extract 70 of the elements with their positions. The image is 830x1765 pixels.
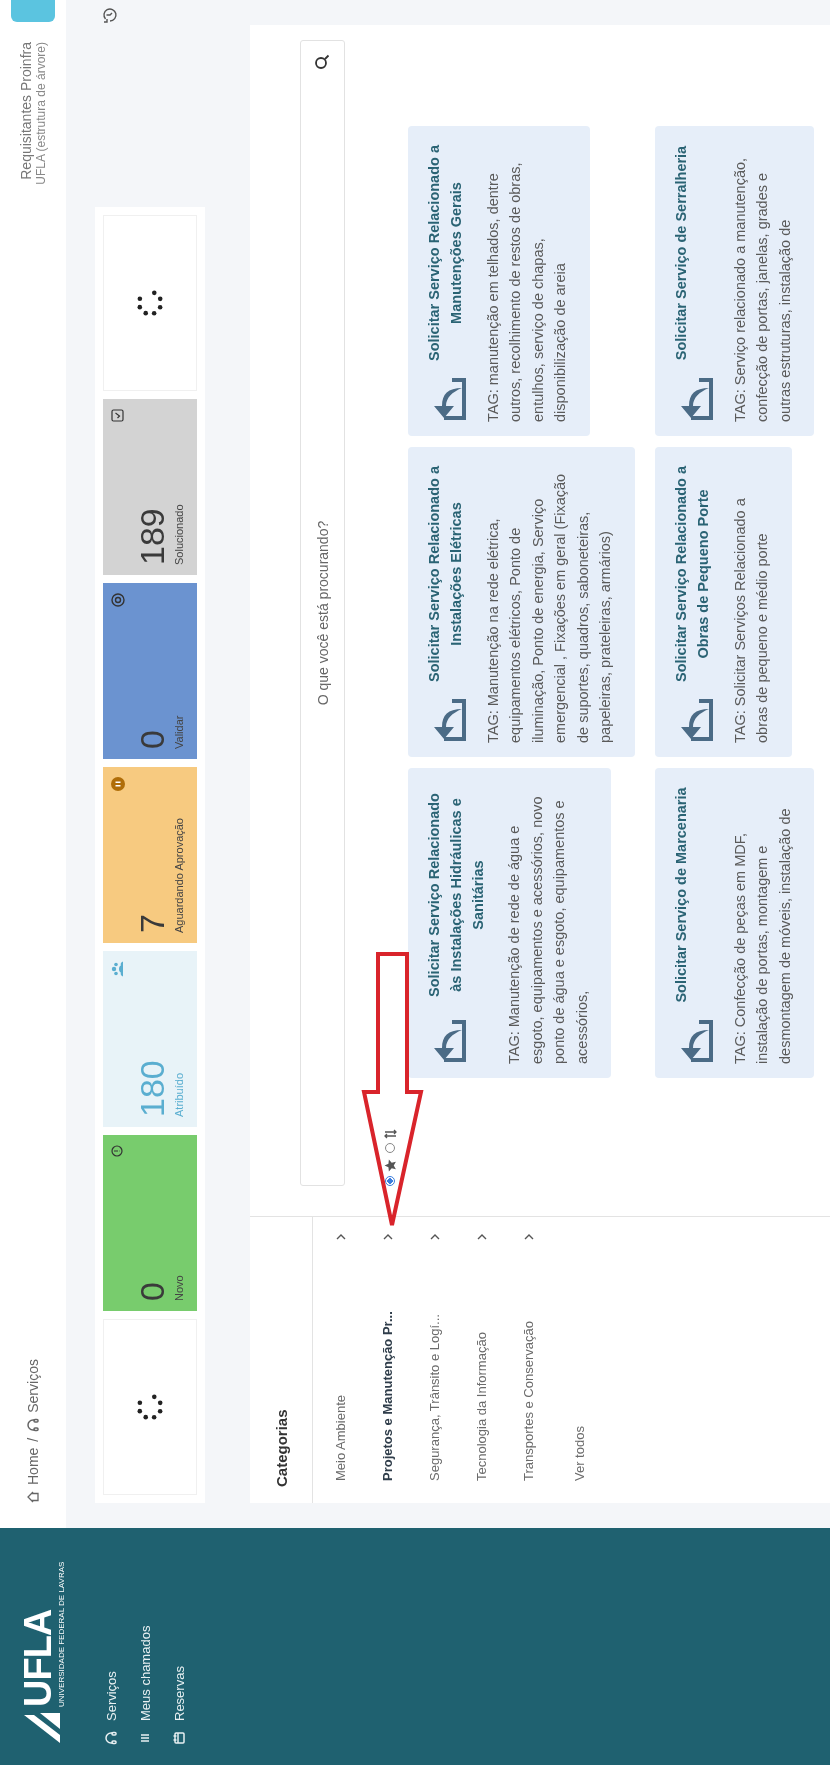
service-card[interactable]: Solicitar Serviço Relacionado às Instalações Hidráulicas e Sanitárias TAG: Manutenção de rede de água e esgoto, equipamentos e acessórios, novo ponto de água e esgoto, equipamentos e acessórios, [408,768,612,1078]
status-count: 0 [135,729,169,749]
breadcrumb-link[interactable]: Home [25,1447,41,1504]
chevron-icon [523,1233,534,1241]
breadcrumb-separator: / [25,1437,41,1442]
headset-icon [26,1417,40,1432]
checkbox-icon [111,409,124,422]
chevron-icon [382,1233,393,1241]
status-count: 180 [135,1059,169,1117]
service-description: TAG: Manutenção na rede elétrica, equipamentos elétricos, Ponto de iluminação, Ponto de energia, Serviço emergencial , Fixações em geral (Fixação de suportes, quadros, saboneteiras, papeleiras, prateleiras, armários) [484,472,615,743]
user-name: Requisitantes Proinfra [18,42,34,180]
status-tile[interactable]: 7 Aguardando Aprovação [103,767,197,943]
history-icon[interactable] [101,6,119,24]
star-icon [383,1159,397,1172]
users-icon [111,961,125,977]
status-count: 0 [135,1281,169,1301]
service-description: TAG: Solicitar Serviços Relacionado a obras de pequeno e médio porte [730,497,772,743]
service-card[interactable] [408,447,635,757]
alert-icon [111,1145,123,1157]
headset-icon [104,1731,118,1745]
radio-button[interactable] [385,1143,395,1153]
category-item[interactable]: Transportes e Conservação [505,1233,552,1481]
pause-icon [111,777,125,791]
service-title: Solicitar Serviço Relacionado a Instalações Elétricas [425,464,465,684]
chevron-icon [429,1233,440,1241]
search-field[interactable]: O que você está procurando? [300,40,345,1186]
calendar-icon [172,1731,186,1745]
status-count: 7 [135,913,169,933]
service-title: Solicitar Serviço de Serralheria [671,144,690,363]
see-all-link[interactable]: Ver todos [572,1233,587,1481]
service-description: TAG: Manutenção de rede de água e esgoto, equipamentos e acessórios, novo ponto de água e esgoto, equipamentos e acessórios, [505,795,591,1064]
category-item[interactable]: Projetos e Manutenção Pr... [364,1233,411,1481]
status-tile[interactable]: 0 Validar [103,583,197,759]
category-item[interactable]: Meio Ambiente [317,1233,364,1481]
chevron-icon [335,1233,346,1241]
sort-icon [383,1129,397,1139]
status-label: Novo [173,1274,185,1301]
radio-button[interactable] [385,1176,395,1186]
category-item[interactable]: Tecnologia da Informação [458,1233,505,1481]
service-title: Solicitar Serviço Relacionado às Instalações Hidráulicas e Sanitárias [425,792,487,999]
breadcrumb-link[interactable]: Serviços [25,1359,41,1432]
status-label: Validar [173,714,185,749]
status-label: Atribuído [173,1071,185,1117]
service-title: Solicitar Serviço de Marcenaria [671,786,690,1005]
university-logo: UFLA UNIVERSIDADE FEDERAL DE LAVRAS [16,1528,68,1745]
status-label: Solucionado [173,503,185,565]
status-tile[interactable]: 189 Solucionado [103,399,197,575]
service-title: Solicitar Serviço Relacionado a Manutenções Gerais [425,143,465,363]
categories-title: Categorias [250,1217,313,1503]
status-label: Aguardando Aprovação [173,817,185,933]
loading-spinner-icon [135,1392,165,1422]
service-title: Solicitar Serviço Relacionado a Obras de Pequeno Porte [671,464,712,684]
category-item[interactable]: Segurança, Trânsito e Logí... [411,1233,458,1481]
status-count: 189 [135,507,169,565]
service-card[interactable]: Solicitar Serviço de Marcenaria TAG: Confecção de peças em MDF, instalação de portas, montagem e desmontagem de móveis, instalação de [654,768,815,1078]
service-card[interactable]: Solicitar Serviço Relacionado a Obras de Pequeno Porte TAG: Solicitar Serviços Relacionado a obras de pequeno e médio porte [654,447,792,757]
sidebar-item[interactable]: Meus chamados [128,1528,162,1745]
status-tile[interactable]: 0 Novo [103,1135,197,1311]
sidebar-item[interactable]: Serviços [94,1528,128,1745]
service-description: TAG: Confecção de peças em MDF, instalação de portas, montagem e desmontagem de móveis, instalação de [730,807,794,1064]
user-unit: UFLA (estrutura de árvore) [34,42,48,185]
service-description: TAG: manutenção em telhados, dentre outros, recolhimento de restos de obras, entulhos, serviço de chapas, disponibilização de areia [484,161,570,422]
home-icon [26,1490,40,1504]
eye-icon [111,593,125,607]
chevron-icon [476,1233,487,1241]
loading-spinner-icon [135,288,165,318]
sidebar-item[interactable]: Reservas [162,1528,196,1745]
search-icon[interactable] [314,54,330,70]
service-card[interactable]: Solicitar Serviço Relacionado a Manutenções Gerais TAG: manutenção em telhados, dentre outros, recolhimento de restos de obras, entulhos, serviço de chapas, disponibilização de areia [408,126,590,436]
list-icon [138,1731,152,1745]
